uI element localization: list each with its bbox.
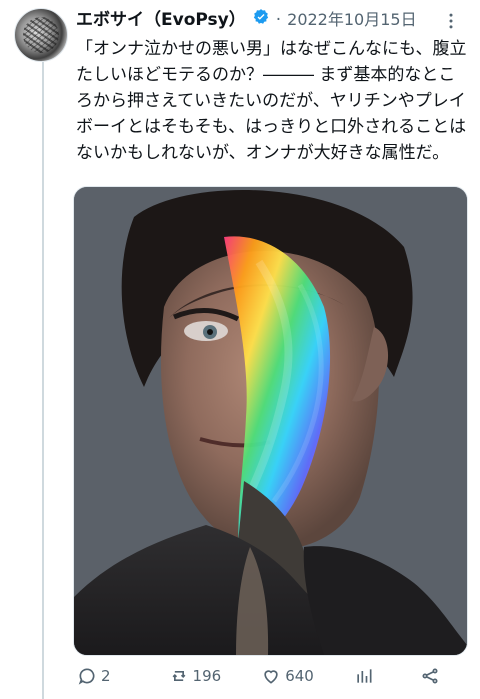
views-button[interactable] — [354, 666, 374, 686]
reply-count: 2 — [101, 667, 111, 685]
avatar-image-pattern — [23, 17, 59, 53]
more-options-icon[interactable] — [441, 11, 461, 31]
views-icon — [357, 669, 372, 683]
retweet-icon — [172, 671, 185, 681]
verified-badge-icon — [253, 8, 268, 24]
thread-line — [42, 62, 44, 699]
tweet-timestamp[interactable]: 2022年10月15日 — [287, 8, 416, 32]
tweet-text: 「オンナ泣かせの悪い男」はなぜこんなにも、腹立たしいほどモテるのか？――― まず… — [76, 39, 467, 163]
retweet-count: 196 — [192, 667, 222, 685]
reply-icon — [78, 668, 95, 685]
share-icon — [422, 668, 438, 684]
portrait-illustration — [74, 187, 467, 655]
like-count: 640 — [285, 667, 314, 685]
verified-badge — [250, 8, 270, 33]
tweet-actions: 2 196 640 — [73, 664, 473, 688]
tweet-header: エボサイ（EvoPsy） · 2022年10月15日 — [76, 8, 471, 32]
author-display-name[interactable]: エボサイ（EvoPsy） — [76, 8, 246, 32]
reply-button[interactable]: 2 — [77, 666, 111, 686]
meta-separator: · — [275, 10, 282, 30]
like-button[interactable]: 640 — [261, 666, 314, 686]
share-button[interactable] — [420, 666, 440, 686]
tweet-photo[interactable] — [73, 186, 468, 656]
like-icon — [264, 670, 278, 684]
retweet-button[interactable]: 196 — [169, 666, 222, 686]
avatar[interactable] — [14, 8, 68, 62]
